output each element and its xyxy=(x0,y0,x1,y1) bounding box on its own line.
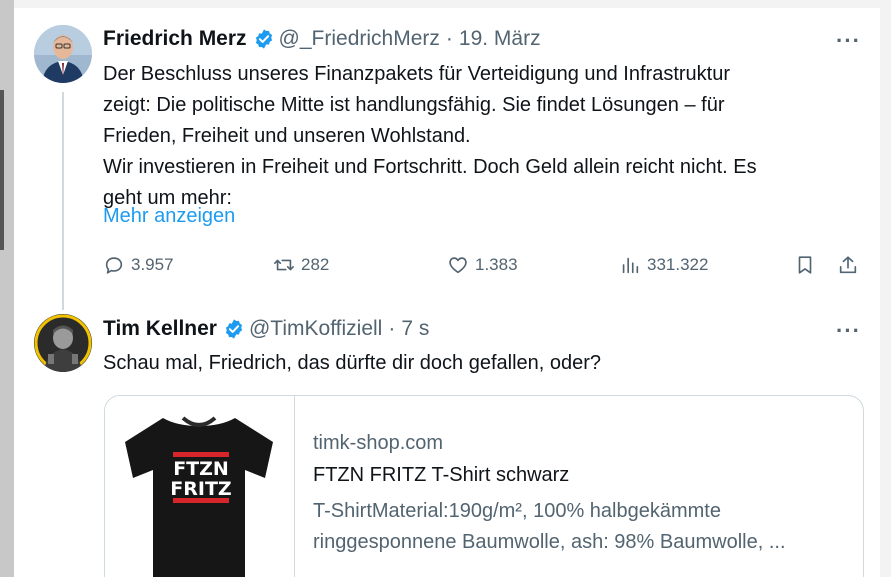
author-name[interactable]: Tim Kellner xyxy=(103,317,217,341)
tshirt-image: FTZN FRITZ xyxy=(125,416,273,577)
card-domain: timk-shop.com xyxy=(313,432,444,454)
separator-dot: · xyxy=(388,317,396,340)
views-button[interactable]: 331.322 xyxy=(619,254,708,276)
more-options-icon[interactable]: ··· xyxy=(836,28,861,54)
author-handle[interactable]: @TimKoffiziell xyxy=(249,317,382,341)
verified-badge-icon xyxy=(225,319,243,339)
tweet-timestamp[interactable]: 19. März xyxy=(459,27,541,51)
like-count: 1.383 xyxy=(475,255,518,274)
author-handle[interactable]: @_FriedrichMerz xyxy=(279,27,440,51)
repost-count: 282 xyxy=(301,255,330,274)
tweet1-header: Friedrich Merz @_FriedrichMerz · 19. Mär… xyxy=(103,27,541,51)
tweet-text-line: Der Beschluss unseres Finanzpakets für V… xyxy=(103,63,730,85)
reply-button[interactable]: 3.957 xyxy=(103,254,174,276)
repost-button[interactable]: 282 xyxy=(273,254,329,276)
tweet-text-line: zeigt: Die politische Mitte ist handlung… xyxy=(103,94,725,116)
repost-icon xyxy=(274,259,294,271)
link-preview-card[interactable]: FTZN FRITZ timk-shop.com FTZN FRITZ T-Sh… xyxy=(104,395,864,577)
avatar-tim-kellner[interactable] xyxy=(34,314,92,372)
background-edge xyxy=(0,0,14,577)
views-icon xyxy=(622,257,639,274)
tweet-timestamp[interactable]: 7 s xyxy=(401,317,429,341)
shirt-print-line1: FTZN xyxy=(173,458,229,480)
share-button[interactable] xyxy=(837,254,865,276)
timeline-frame: Friedrich Merz @_FriedrichMerz · 19. Mär… xyxy=(14,8,880,577)
tweet-text-line: Schau mal, Friedrich, das dürfte dir doc… xyxy=(103,352,602,374)
separator-dot: · xyxy=(445,27,453,50)
author-name[interactable]: Friedrich Merz xyxy=(103,27,247,51)
avatar-friedrich-merz[interactable] xyxy=(34,25,92,83)
card-description-line: ringgesponnene Baumwolle, ash: 98% Baumw… xyxy=(313,531,786,553)
tweet-text-line: Wir investieren in Freiheit und Fortschr… xyxy=(103,156,757,178)
verified-badge-icon xyxy=(255,29,272,49)
reply-icon xyxy=(105,257,123,274)
card-title: FTZN FRITZ T-Shirt schwarz xyxy=(313,464,570,486)
tweet1-text: Der Beschluss unseres Finanzpakets für V… xyxy=(103,59,757,214)
bookmark-icon xyxy=(798,256,812,274)
reply-count: 3.957 xyxy=(131,255,174,274)
share-icon xyxy=(839,256,857,274)
tweet1-action-bar: 3.957 282 1.383 331.322 xyxy=(14,254,880,284)
tweet2-text: Schau mal, Friedrich, das dürfte dir doc… xyxy=(103,348,601,379)
shirt-print-line2: FRITZ xyxy=(170,478,231,500)
tweet2-header: Tim Kellner @TimKoffiziell · 7 s xyxy=(103,317,429,341)
card-description-line: T-ShirtMaterial:190g/m², 100% halbgekämm… xyxy=(313,500,721,522)
product-image: FTZN FRITZ xyxy=(105,396,295,577)
card-description: T-ShirtMaterial:190g/m², 100% halbgekämm… xyxy=(313,496,853,558)
tweet-text-line: Frieden, Freiheit und unseren Wohlstand. xyxy=(103,125,471,147)
heart-icon xyxy=(449,257,467,274)
bookmark-button[interactable] xyxy=(794,254,822,276)
show-more-link[interactable]: Mehr anzeigen xyxy=(103,205,235,228)
more-options-icon[interactable]: ··· xyxy=(836,318,861,344)
like-button[interactable]: 1.383 xyxy=(447,254,518,276)
views-count: 331.322 xyxy=(647,255,709,274)
